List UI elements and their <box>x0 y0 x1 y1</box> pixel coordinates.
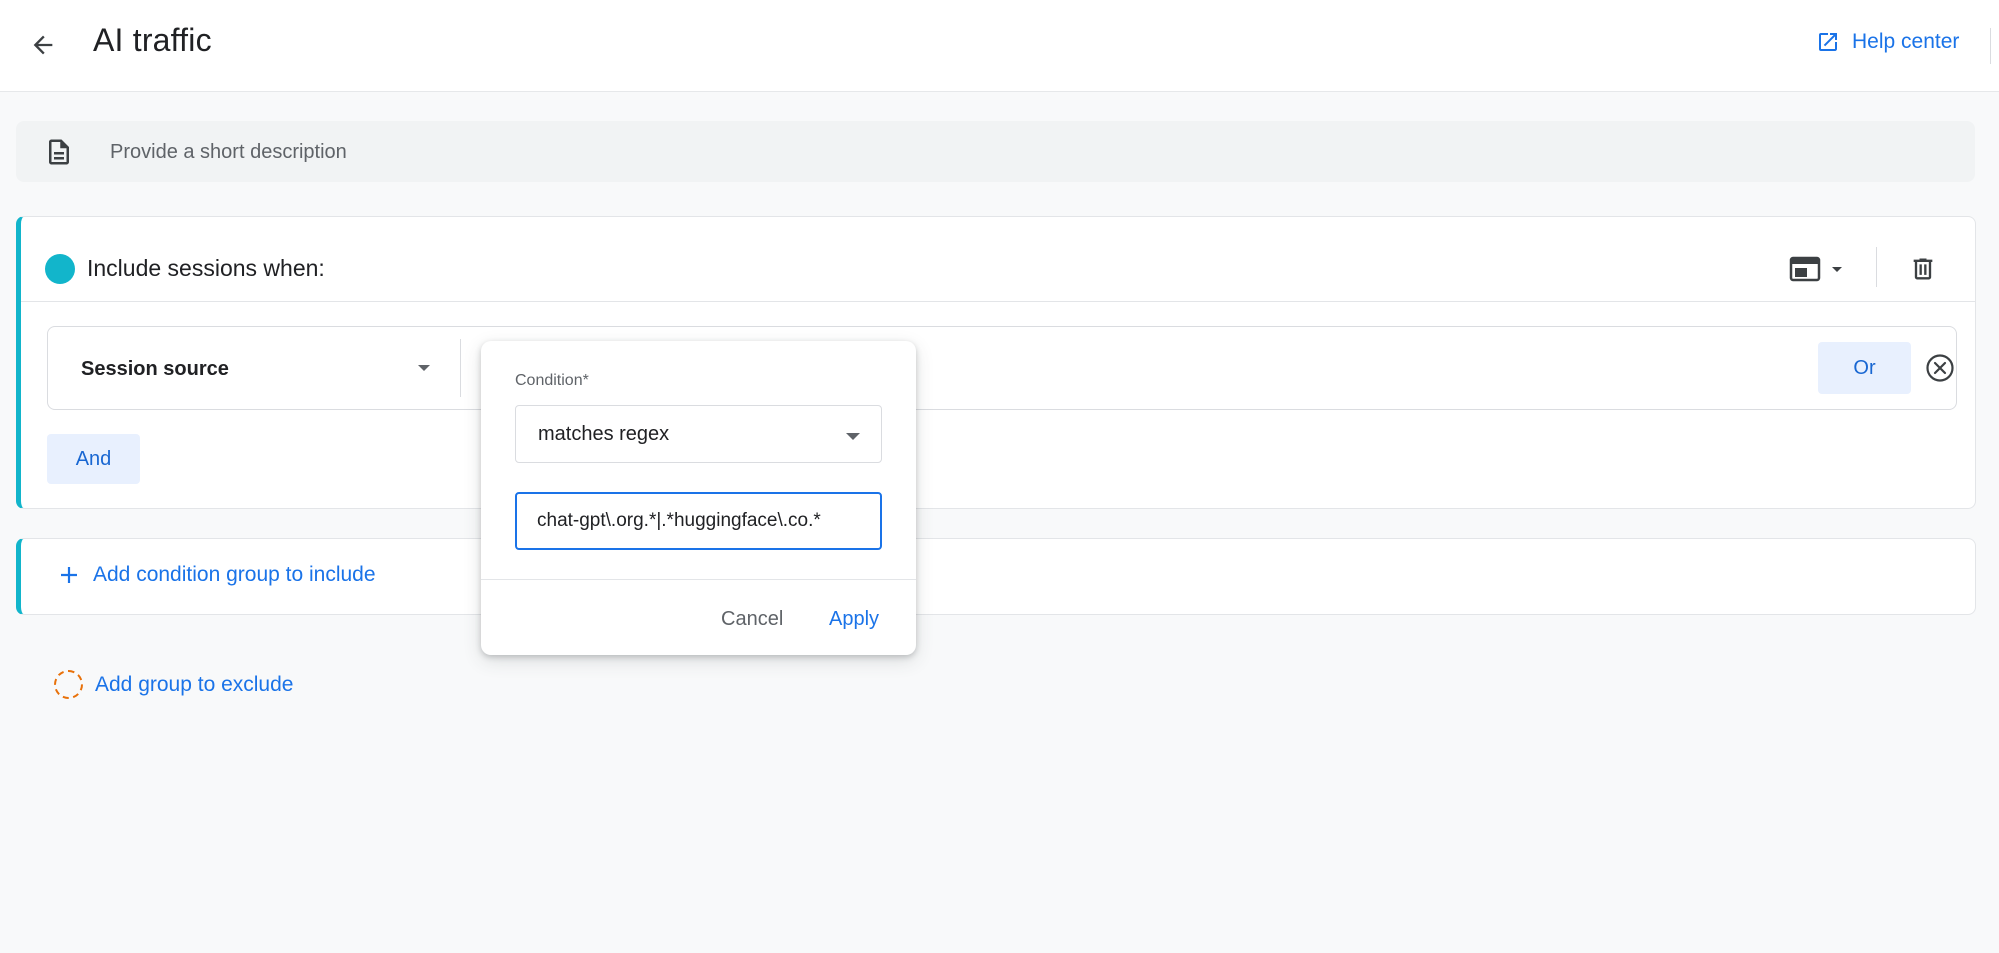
header-divider <box>1990 28 1991 64</box>
scope-selector[interactable] <box>1789 255 1845 283</box>
add-exclude-group-link[interactable]: Add group to exclude <box>54 670 293 699</box>
card-view-icon <box>1789 256 1821 282</box>
back-button[interactable] <box>26 28 60 62</box>
chevron-down-icon <box>1832 267 1842 272</box>
include-condition-group: Include sessions when: Session source Or <box>16 216 1976 509</box>
condition-select[interactable]: matches regex <box>515 405 882 463</box>
open-in-new-icon <box>1819 33 1837 51</box>
and-button[interactable]: And <box>47 434 140 484</box>
header-divider <box>1876 247 1877 287</box>
description-input[interactable] <box>110 135 1910 169</box>
dimension-label: Session source <box>81 358 229 380</box>
condition-select-value: matches regex <box>538 423 670 445</box>
add-exclude-group-label: Add group to exclude <box>95 672 294 696</box>
cancel-button[interactable]: Cancel <box>709 599 795 639</box>
trash-icon <box>1913 258 1933 280</box>
plus-icon <box>61 567 77 583</box>
add-condition-group-label: Add condition group to include <box>93 563 376 586</box>
condition-row: Session source Or <box>47 326 1957 410</box>
remove-condition-button[interactable] <box>1923 351 1957 385</box>
condition-field-label: Condition* <box>515 372 589 389</box>
or-button[interactable]: Or <box>1818 342 1911 394</box>
dashed-circle-icon <box>54 670 83 699</box>
row-divider <box>460 339 461 397</box>
document-icon <box>49 139 69 165</box>
include-group-header: Include sessions when: <box>21 217 1975 302</box>
caret-down-icon <box>418 365 430 371</box>
description-bar <box>16 121 1975 182</box>
apply-button[interactable]: Apply <box>817 599 891 639</box>
popup-divider <box>481 579 916 580</box>
condition-value-input[interactable] <box>515 492 882 550</box>
help-center-label: Help center <box>1852 30 1960 53</box>
top-app-bar: AI traffic Help center <box>0 0 1999 92</box>
add-condition-group-content: Add condition group to include <box>59 563 376 587</box>
condition-popup: Condition* matches regex Cancel Apply <box>481 341 916 655</box>
page-title: AI traffic <box>93 22 212 58</box>
include-indicator-dot <box>45 254 75 284</box>
delete-group-button[interactable] <box>1906 252 1940 286</box>
caret-down-icon <box>846 433 860 440</box>
help-center-link[interactable]: Help center <box>1816 30 1959 54</box>
close-circle-icon <box>1926 354 1954 382</box>
include-group-title: Include sessions when: <box>87 255 325 281</box>
add-condition-group-button[interactable]: Add condition group to include <box>16 538 1976 615</box>
arrow-left-icon <box>33 35 53 55</box>
dimension-select[interactable]: Session source <box>48 327 460 409</box>
